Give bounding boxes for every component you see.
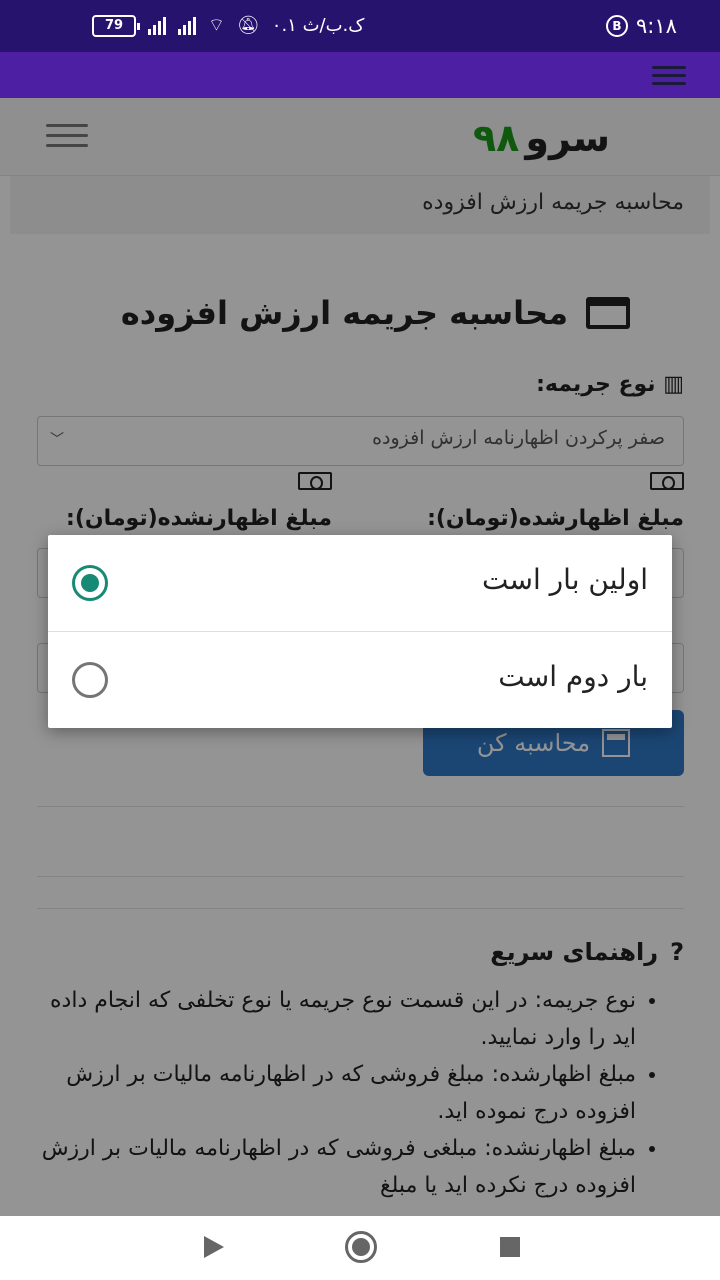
clock: ۹:۱۸ [636, 14, 677, 38]
back-icon[interactable] [204, 1236, 224, 1258]
battery-level: 79 [104, 18, 124, 33]
mute-icon: 🔕︎ [236, 15, 260, 36]
signal-icon-2 [178, 16, 196, 35]
app-toolbar [0, 52, 720, 98]
network-speed: ۰.۱ ک.ب/ث [271, 15, 365, 36]
option-second-time[interactable]: بار دوم است [48, 631, 672, 727]
option-label: اولین بار است [482, 563, 648, 596]
status-time-group: B ۹:۱۸ [606, 14, 677, 38]
system-nav-bar [0, 1216, 720, 1280]
option-label: بار دوم است [498, 660, 648, 693]
status-bar: 79 ⌔ 🔕︎ ۰.۱ ک.ب/ث B ۹:۱۸ [0, 0, 720, 52]
repeat-choice-dialog: اولین بار است بار دوم است [48, 535, 672, 728]
signal-icon [148, 16, 166, 35]
wifi-icon: ⌔ [208, 15, 225, 36]
battery-icon: 79 [92, 14, 140, 37]
radio-checked-icon[interactable] [72, 565, 108, 601]
recents-icon[interactable] [500, 1237, 520, 1257]
radio-unchecked-icon[interactable] [72, 662, 108, 698]
b-icon: B [606, 15, 628, 37]
home-icon[interactable] [345, 1231, 377, 1263]
app-menu-icon[interactable] [652, 66, 686, 90]
option-first-time[interactable]: اولین بار است [48, 535, 672, 631]
status-icons: 79 ⌔ 🔕︎ ۰.۱ ک.ب/ث [92, 14, 364, 37]
